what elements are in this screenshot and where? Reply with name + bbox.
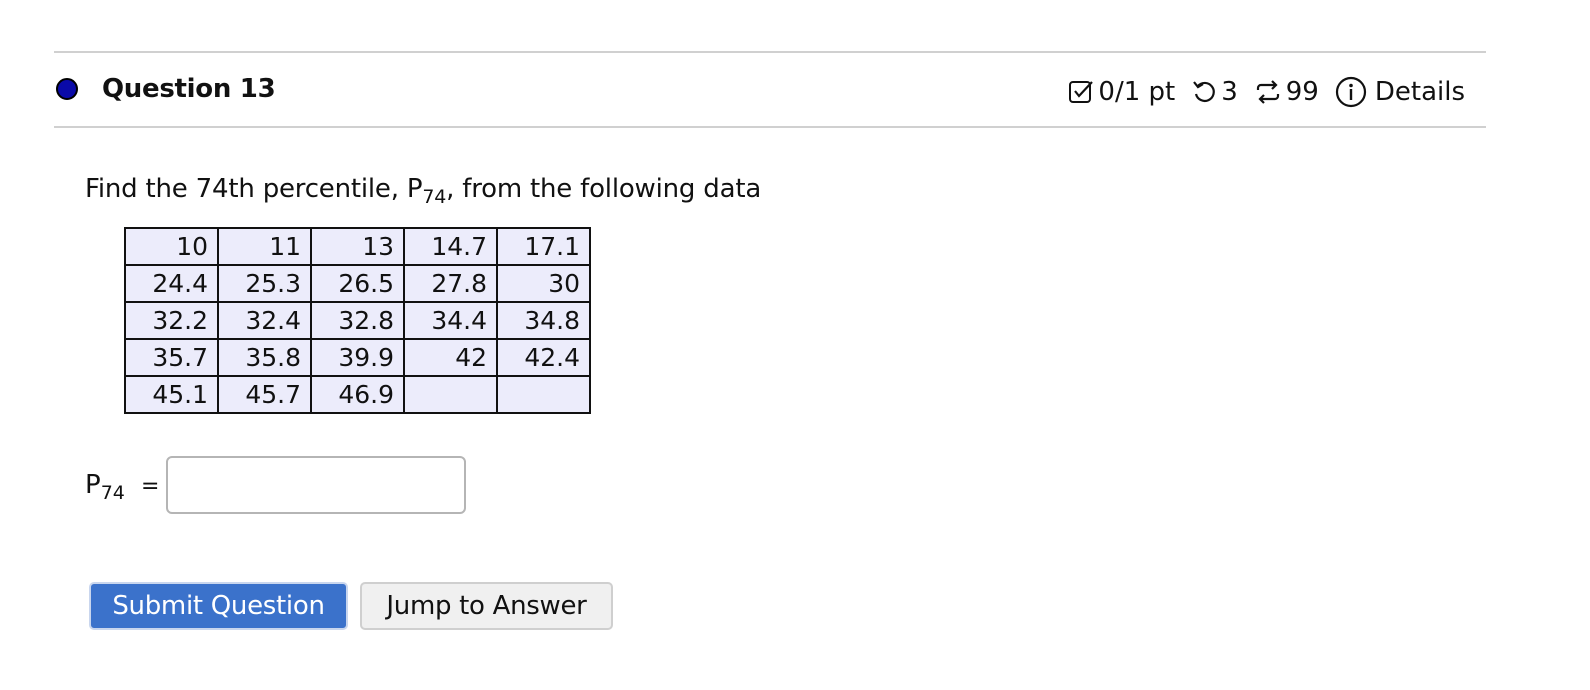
- table-row: 32.2 32.4 32.8 34.4 34.8: [124, 301, 591, 340]
- question-meta: 0/1 pt 3 99 Details: [1058, 76, 1465, 108]
- details-label: Details: [1374, 77, 1465, 107]
- table-cell: [496, 375, 591, 414]
- table-cell: 46.9: [310, 375, 405, 414]
- table-cell: 24.4: [124, 264, 219, 303]
- table-cell: 42.4: [496, 338, 591, 377]
- table-cell: 35.7: [124, 338, 219, 377]
- answer-label-subscript: 74: [100, 482, 125, 504]
- repeat-icon: [1254, 78, 1282, 106]
- table-cell: 32.2: [124, 301, 219, 340]
- jump-to-answer-button[interactable]: Jump to Answer: [360, 582, 613, 630]
- table-cell: 45.1: [124, 375, 219, 414]
- score-text: 0/1 pt: [1098, 77, 1176, 107]
- data-table: 10 11 13 14.7 17.1 24.4 25.3 26.5 27.8 30 32.2 32.4…: [124, 227, 591, 414]
- table-cell: 39.9: [310, 338, 405, 377]
- table-cell: [403, 375, 498, 414]
- table-cell: 32.4: [217, 301, 312, 340]
- header-divider-bottom: [54, 126, 1486, 128]
- table-cell: 27.8: [403, 264, 498, 303]
- checkbox-icon: [1068, 79, 1094, 105]
- table-cell: 11: [217, 227, 312, 266]
- table-cell: 34.4: [403, 301, 498, 340]
- question-title: Question 13: [102, 74, 276, 104]
- header-divider-top: [54, 51, 1486, 53]
- table-cell: 25.3: [217, 264, 312, 303]
- table-cell: 45.7: [217, 375, 312, 414]
- table-cell: 34.8: [496, 301, 591, 340]
- table-cell: 42: [403, 338, 498, 377]
- info-icon: [1335, 76, 1367, 108]
- table-row: 45.1 45.7 46.9: [124, 375, 591, 414]
- table-cell: 13: [310, 227, 405, 266]
- score-indicator: 0/1 pt: [1068, 77, 1175, 107]
- answer-label: P74: [85, 470, 125, 504]
- prompt-subscript: 74: [422, 186, 447, 208]
- table-cell: 17.1: [496, 227, 591, 266]
- details-link[interactable]: Details: [1335, 76, 1465, 108]
- table-cell: 26.5: [310, 264, 405, 303]
- table-cell: 10: [124, 227, 219, 266]
- retries-indicator: 3: [1191, 77, 1238, 107]
- table-cell: 32.8: [310, 301, 405, 340]
- table-cell: 14.7: [403, 227, 498, 266]
- prompt-text: Find the 74th percentile, P: [85, 174, 423, 204]
- retries-count: 3: [1221, 77, 1238, 107]
- answer-input[interactable]: [166, 456, 466, 514]
- submit-question-button[interactable]: Submit Question: [89, 582, 348, 630]
- undo-icon: [1191, 79, 1217, 105]
- table-cell: 30: [496, 264, 591, 303]
- question-prompt: Find the 74th percentile, P74, from the …: [85, 174, 761, 208]
- answer-label-letter: P: [85, 470, 101, 500]
- question-status-dot: [56, 78, 78, 100]
- attempts-indicator: 99: [1254, 77, 1319, 107]
- equals-sign: =: [141, 474, 160, 499]
- attempts-count: 99: [1285, 77, 1319, 107]
- table-cell: 35.8: [217, 338, 312, 377]
- table-row: 35.7 35.8 39.9 42 42.4: [124, 338, 591, 377]
- table-row: 10 11 13 14.7 17.1: [124, 227, 591, 266]
- prompt-text-end: , from the following data: [446, 174, 762, 204]
- table-row: 24.4 25.3 26.5 27.8 30: [124, 264, 591, 303]
